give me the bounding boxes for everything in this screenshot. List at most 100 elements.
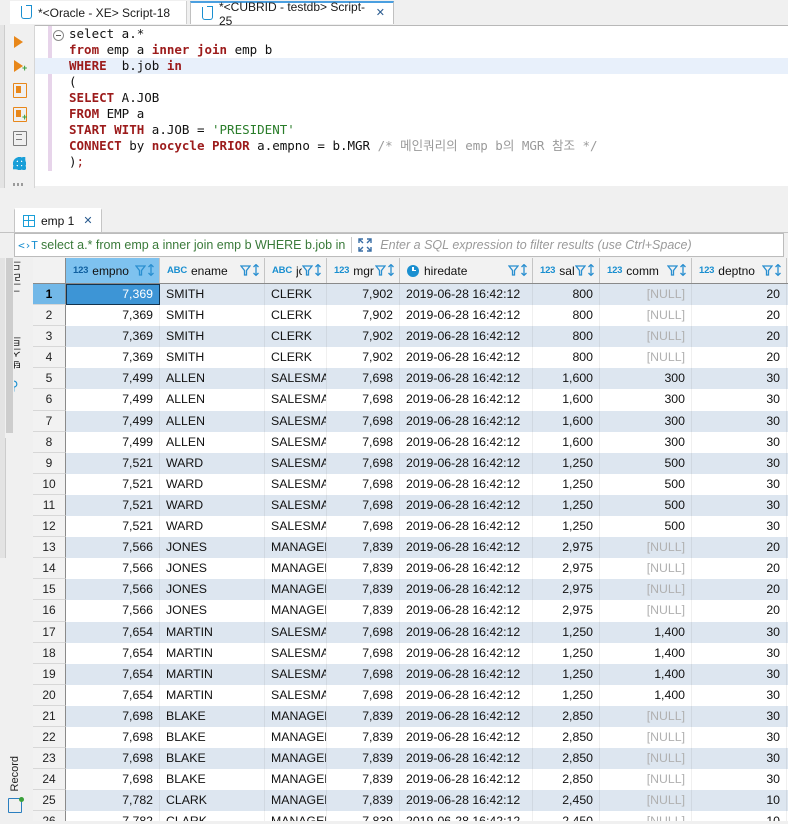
column-header-comm[interactable]: 123 comm — [600, 258, 692, 283]
cell-empno[interactable]: 7,698 — [66, 705, 160, 727]
cell-comm[interactable]: 500 — [600, 516, 692, 538]
close-icon[interactable]: ✕ — [83, 215, 92, 227]
row-number-cell[interactable]: 25 — [33, 790, 66, 812]
row-number-cell[interactable]: 22 — [33, 726, 66, 749]
row-number-cell[interactable]: 2 — [33, 305, 66, 327]
cell-comm[interactable]: [NULL] — [600, 284, 692, 306]
cell-hiredate[interactable]: 2019-06-28 16:42:12 — [400, 368, 533, 390]
cell-ename[interactable]: JONES — [160, 579, 265, 601]
cell-hiredate[interactable]: 2019-06-28 16:42:12 — [400, 705, 533, 727]
cell-job[interactable]: MANAGER — [265, 705, 327, 727]
cell-hiredate[interactable]: 2019-06-28 16:42:12 — [400, 284, 533, 306]
cell-ename[interactable]: ALLEN — [160, 410, 265, 432]
cell-empno[interactable]: 7,654 — [66, 621, 160, 643]
cell-hiredate[interactable]: 2019-06-28 16:42:12 — [400, 537, 533, 559]
cell-ename[interactable]: JONES — [160, 537, 265, 559]
cell-empno[interactable]: 7,369 — [66, 305, 160, 327]
cell-empno[interactable]: 7,566 — [66, 600, 160, 622]
table-row[interactable]: 4 7,369 SMITH CLERK 7,902 2019-06-28 16:42:12… — [33, 347, 788, 369]
row-number-cell[interactable]: 5 — [33, 368, 66, 390]
cell-deptno[interactable]: 30 — [692, 452, 787, 474]
table-row[interactable]: 97,521WARDSALESMAN7,6982019-06-28 16:42:… — [33, 452, 788, 474]
cell-job[interactable]: MANAGER — [265, 726, 327, 749]
cell-mgr[interactable]: 7,698 — [327, 452, 400, 474]
cell-ename[interactable]: BLAKE — [160, 769, 265, 791]
header-icons[interactable] — [575, 264, 595, 277]
cell-deptno[interactable]: 30 — [692, 431, 787, 453]
execute-statement-button[interactable] — [11, 33, 29, 51]
cell-mgr[interactable]: 7,698 — [327, 621, 400, 643]
cell-sal[interactable]: 1,250 — [533, 516, 600, 538]
cell-sal[interactable]: 1,250 — [533, 684, 600, 706]
cell-job[interactable]: SALESMAN — [265, 663, 327, 685]
row-number-cell[interactable]: 7 — [33, 410, 66, 432]
cell-empno[interactable]: 7,369 — [66, 326, 160, 348]
cell-deptno[interactable]: 20 — [692, 579, 787, 601]
column-header-deptno[interactable]: 123 deptno — [692, 258, 787, 283]
row-number-cell[interactable]: 10 — [33, 473, 66, 495]
cell-mgr[interactable]: 7,839 — [327, 769, 400, 791]
cell-empno[interactable]: 7,566 — [66, 558, 160, 580]
cell-ename[interactable]: CLARK — [160, 790, 265, 812]
cell-comm[interactable]: [NULL] — [600, 558, 692, 580]
cell-mgr[interactable]: 7,902 — [327, 305, 400, 327]
cell-job[interactable]: CLERK — [265, 284, 327, 306]
cell-mgr[interactable]: 7,698 — [327, 516, 400, 538]
row-number-cell[interactable]: 4 — [33, 347, 66, 369]
cell-sal[interactable]: 1,250 — [533, 642, 600, 664]
cell-empno[interactable]: 7,654 — [66, 684, 160, 706]
cell-job[interactable]: SALESMAN — [265, 516, 327, 538]
cell-ename[interactable]: SMITH — [160, 305, 265, 327]
table-row[interactable]: 16 7,566 JONES MANAGER 7,839 2019-06-28 16:42… — [33, 600, 788, 622]
cell-job[interactable]: CLERK — [265, 326, 327, 348]
cell-ename[interactable]: SMITH — [160, 326, 265, 348]
cell-comm[interactable]: 300 — [600, 431, 692, 453]
cell-ename[interactable]: WARD — [160, 494, 265, 517]
cell-job[interactable]: SALESMAN — [265, 642, 327, 664]
table-row[interactable]: 24 7,698 BLAKE MANAGER 7,839 2019-06-28 16:42… — [33, 769, 788, 791]
cell-ename[interactable]: BLAKE — [160, 705, 265, 727]
cell-mgr[interactable]: 7,902 — [327, 326, 400, 348]
cell-sal[interactable]: 2,975 — [533, 558, 600, 580]
execute-new-tab-button[interactable]: + — [11, 57, 29, 75]
row-number-cell[interactable]: 1 — [33, 284, 66, 306]
cell-mgr[interactable]: 7,698 — [327, 473, 400, 495]
header-icons[interactable] — [762, 264, 782, 277]
cell-deptno[interactable]: 20 — [692, 284, 787, 306]
cell-comm[interactable]: [NULL] — [600, 600, 692, 622]
cell-deptno[interactable]: 30 — [692, 663, 787, 685]
table-row[interactable]: 14 7,566 JONES MANAGER 7,839 2019-06-28 16:42… — [33, 558, 788, 580]
cell-hiredate[interactable]: 2019-06-28 16:42:12 — [400, 305, 533, 327]
cell-deptno[interactable]: 30 — [692, 410, 787, 432]
cell-sal[interactable]: 1,600 — [533, 368, 600, 390]
cell-hiredate[interactable]: 2019-06-28 16:42:12 — [400, 579, 533, 601]
cell-sal[interactable]: 2,975 — [533, 600, 600, 622]
cell-comm[interactable]: 300 — [600, 368, 692, 390]
cell-hiredate[interactable]: 2019-06-28 16:42:12 — [400, 326, 533, 348]
editor-results-sash[interactable] — [0, 188, 788, 206]
cell-comm[interactable]: [NULL] — [600, 347, 692, 369]
results-tab-emp[interactable]: emp 1 ✕ — [14, 208, 102, 232]
cell-empno[interactable]: 7,566 — [66, 537, 160, 559]
table-row[interactable]: 87,499ALLENSALESMAN7,6982019-06-28 16:42… — [33, 431, 788, 453]
column-header-ename[interactable]: ABC ename — [160, 258, 265, 283]
cell-empno[interactable]: 7,521 — [66, 516, 160, 538]
cell-empno[interactable]: 7,654 — [66, 663, 160, 685]
more-options-button[interactable] — [11, 177, 29, 186]
cell-mgr[interactable]: 7,839 — [327, 790, 400, 812]
row-number-cell[interactable]: 3 — [33, 326, 66, 348]
cell-deptno[interactable]: 30 — [692, 684, 787, 706]
cell-empno[interactable]: 7,782 — [66, 790, 160, 812]
cell-empno[interactable]: 7,521 — [66, 494, 160, 517]
cell-job[interactable]: SALESMAN — [265, 473, 327, 495]
cell-sal[interactable]: 2,450 — [533, 790, 600, 812]
cell-sal[interactable]: 800 — [533, 284, 600, 306]
cell-job[interactable]: SALESMAN — [265, 431, 327, 453]
cell-mgr[interactable]: 7,698 — [327, 494, 400, 517]
code-fold-toggle[interactable] — [53, 30, 64, 41]
cell-ename[interactable]: MARTIN — [160, 621, 265, 643]
cell-ename[interactable]: SMITH — [160, 284, 265, 306]
column-header-job[interactable]: ABCjob — [265, 258, 327, 283]
row-number-cell[interactable]: 16 — [33, 600, 66, 622]
cell-hiredate[interactable]: 2019-06-28 16:42:12 — [400, 769, 533, 791]
